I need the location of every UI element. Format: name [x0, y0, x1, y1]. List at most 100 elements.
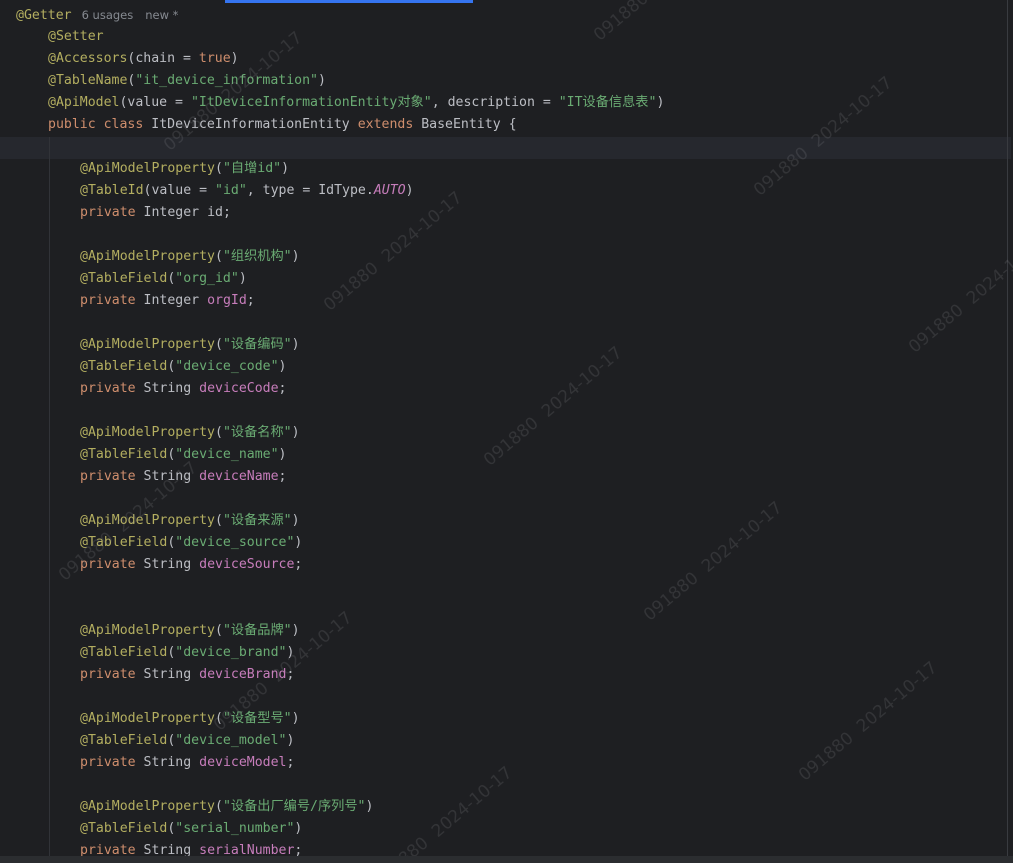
semicolon: ;: [286, 755, 295, 770]
field-name: deviceCode: [199, 381, 279, 396]
base-class-name: BaseEntity {: [421, 117, 517, 132]
code-line-empty[interactable]: [0, 774, 1005, 796]
code-line-table-field[interactable]: @TableField("org_id"): [0, 268, 1005, 290]
annotation-api-model-property: @ApiModelProperty: [80, 161, 215, 176]
code-line-table-name[interactable]: @TableName("it_device_information"): [0, 70, 1005, 92]
field-name: deviceSource: [199, 557, 295, 572]
code-line-empty[interactable]: [0, 598, 1005, 620]
code-line-table-field[interactable]: @TableField("device_brand"): [0, 642, 1005, 664]
field-label-string: "设备出厂编号/序列号": [222, 799, 366, 814]
code-line-table-field[interactable]: @TableField("device_model"): [0, 730, 1005, 752]
code-line-field-declaration[interactable]: private String deviceCode;: [0, 378, 1005, 400]
code-line-api-model-property[interactable]: @ApiModelProperty("自增id"): [0, 158, 1005, 180]
paren: ): [294, 535, 303, 550]
code-area[interactable]: @Getter 6 usages new * @Setter @Accessors(…: [0, 4, 1005, 862]
field-label-string: "设备名称": [222, 425, 292, 440]
code-line-table-field[interactable]: @TableField("device_name"): [0, 444, 1005, 466]
code-line-empty[interactable]: [0, 400, 1005, 422]
paren: ): [238, 271, 247, 286]
annotation-api-model-property: @ApiModelProperty: [80, 337, 215, 352]
code-line-empty[interactable]: [0, 136, 1005, 158]
column-name-string: "org_id": [175, 271, 239, 286]
code-line-empty[interactable]: [0, 488, 1005, 510]
code-line-getter[interactable]: @Getter 6 usages new *: [0, 4, 1005, 26]
api-model-description-string: "IT设备信息表": [558, 95, 657, 110]
paren: ): [286, 733, 295, 748]
code-line-table-id[interactable]: @TableId(value = "id", type = IdType.AUT…: [0, 180, 1005, 202]
id-string: "id": [215, 183, 247, 198]
field-name: deviceBrand: [199, 667, 287, 682]
code-line-api-model[interactable]: @ApiModel(value = "ItDeviceInformationEn…: [0, 92, 1005, 114]
field-label-string: "设备编码": [222, 337, 292, 352]
code-line-api-model-property[interactable]: @ApiModelProperty("设备型号"): [0, 708, 1005, 730]
code-line-field-declaration[interactable]: private String deviceModel;: [0, 752, 1005, 774]
private-keyword: private: [80, 293, 136, 308]
code-line-class-declaration[interactable]: public class ItDeviceInformationEntity e…: [0, 114, 1005, 136]
code-line-api-model-property[interactable]: @ApiModelProperty("设备名称"): [0, 422, 1005, 444]
column-name-string: "device_name": [175, 447, 279, 462]
paren: ): [317, 73, 326, 88]
annotation-table-id: @TableId: [80, 183, 144, 198]
code-line-field-declaration[interactable]: private String deviceBrand;: [0, 664, 1005, 686]
private-keyword: private: [80, 755, 136, 770]
horizontal-scrollbar[interactable]: [0, 856, 1013, 863]
code-line-table-field[interactable]: @TableField("device_code"): [0, 356, 1005, 378]
field-type: String: [143, 381, 192, 396]
field-label-string: "设备来源": [222, 513, 292, 528]
paren: ): [291, 249, 300, 264]
field-type: String: [143, 667, 192, 682]
code-line-empty[interactable]: [0, 312, 1005, 334]
paren: ): [278, 447, 287, 462]
code-line-field-declaration[interactable]: private Integer id;: [0, 202, 1005, 224]
paren: ): [291, 711, 300, 726]
code-line-field-declaration[interactable]: private String deviceSource;: [0, 554, 1005, 576]
annotation-table-field: @TableField: [80, 447, 168, 462]
field-name: deviceName: [199, 469, 279, 484]
code-line-empty[interactable]: [0, 576, 1005, 598]
code-line-table-field[interactable]: @TableField("serial_number"): [0, 818, 1005, 840]
paren: (: [214, 249, 223, 264]
paren: ): [291, 425, 300, 440]
code-line-empty[interactable]: [0, 686, 1005, 708]
code-line-table-field[interactable]: @TableField("device_source"): [0, 532, 1005, 554]
paren: (: [214, 799, 223, 814]
code-line-api-model-property[interactable]: @ApiModelProperty("设备来源"): [0, 510, 1005, 532]
semicolon: ;: [222, 205, 231, 220]
code-line-field-declaration[interactable]: private Integer orgId;: [0, 290, 1005, 312]
annotation-accessors: @Accessors: [48, 51, 128, 66]
code-line-field-declaration[interactable]: private String deviceName;: [0, 466, 1005, 488]
code-line-api-model-property[interactable]: @ApiModelProperty("设备出厂编号/序列号"): [0, 796, 1005, 818]
paren: ): [656, 95, 665, 110]
code-line-accessors[interactable]: @Accessors(chain = true): [0, 48, 1005, 70]
auto-constant: AUTO: [373, 183, 406, 198]
code-line-setter[interactable]: @Setter: [0, 26, 1005, 48]
annotation-api-model: @ApiModel: [48, 95, 120, 110]
value-param: (value =: [143, 183, 215, 198]
semicolon: ;: [278, 381, 287, 396]
column-name-string: "device_brand": [175, 645, 287, 660]
paren: (: [214, 711, 223, 726]
column-name-string: "device_code": [175, 359, 279, 374]
code-editor[interactable]: @Getter 6 usages new * @Setter @Accessors(…: [0, 0, 1013, 863]
paren: ): [405, 183, 414, 198]
scroll-position-indicator: [225, 0, 473, 3]
annotation-api-model-property: @ApiModelProperty: [80, 799, 215, 814]
paren: ): [291, 623, 300, 638]
paren: ): [286, 645, 295, 660]
field-label-string: "设备品牌": [222, 623, 292, 638]
new-author-hint[interactable]: new *: [145, 8, 178, 22]
usages-hint[interactable]: 6 usages: [82, 8, 134, 22]
code-line-api-model-property[interactable]: @ApiModelProperty("设备品牌"): [0, 620, 1005, 642]
field-name: deviceModel: [199, 755, 287, 770]
right-margin-guide: [1007, 0, 1008, 863]
field-label-string: "自增id": [222, 161, 282, 176]
api-model-value-string: "ItDeviceInformationEntity对象": [190, 95, 432, 110]
true-keyword: true: [198, 51, 231, 66]
code-line-api-model-property[interactable]: @ApiModelProperty("设备编码"): [0, 334, 1005, 356]
annotation-api-model-property: @ApiModelProperty: [80, 513, 215, 528]
semicolon: ;: [286, 667, 295, 682]
code-line-empty[interactable]: [0, 224, 1005, 246]
code-line-api-model-property[interactable]: @ApiModelProperty("组织机构"): [0, 246, 1005, 268]
accessors-param: (chain =: [127, 51, 199, 66]
paren: ): [230, 51, 239, 66]
